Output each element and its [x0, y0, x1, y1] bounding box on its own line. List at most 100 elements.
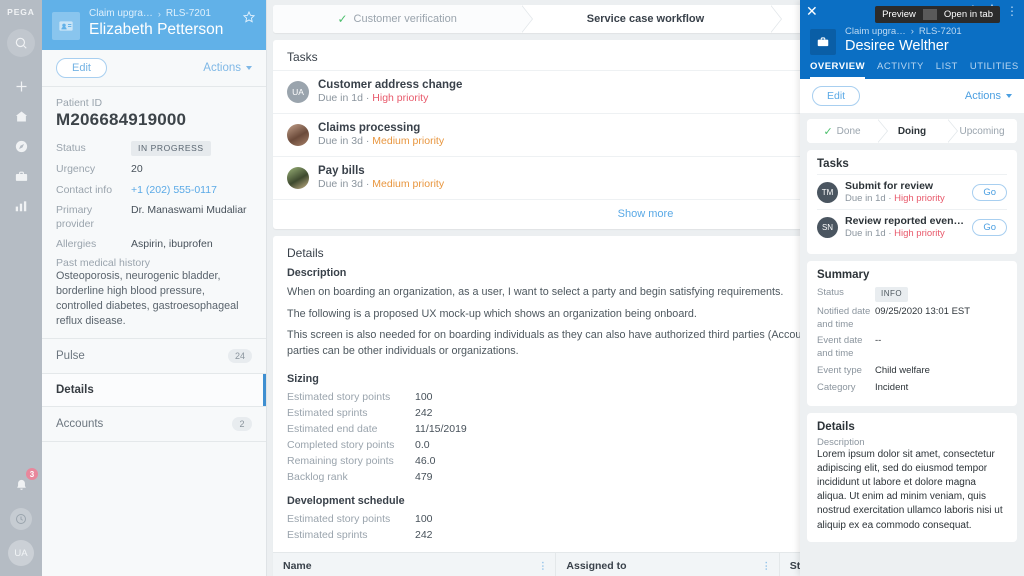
- case-summary-column: Claim upgra… › RLS-7201 Elizabeth Petter…: [42, 0, 267, 576]
- field-urgency: Urgency 20: [56, 162, 252, 176]
- details-title: Details: [817, 420, 855, 433]
- actions-menu[interactable]: Actions: [965, 90, 1012, 102]
- step-label: Done: [836, 125, 861, 137]
- task-separator: ·: [365, 92, 370, 105]
- field-value: 20: [131, 163, 143, 176]
- briefcase-icon[interactable]: [6, 161, 36, 191]
- status-badge: INFO: [875, 286, 909, 302]
- field-label: Notified date and time: [817, 305, 871, 330]
- bar-chart-icon[interactable]: [6, 191, 36, 221]
- summary-field-category: Category Incident: [817, 380, 1007, 397]
- step-label: Doing: [897, 125, 927, 137]
- application-window: PEGA 3 UA Claim upgra… › RLS-7201 Elizab…: [0, 0, 1024, 576]
- step-service-case-workflow[interactable]: Service case workflow: [521, 5, 783, 33]
- preview-stepper: ✓ Done Doing Upcoming: [807, 119, 1017, 143]
- patient-id-label: Patient ID: [56, 97, 103, 109]
- briefcase-icon: [810, 29, 836, 55]
- preview-action-bar: Edit Actions: [800, 79, 1024, 113]
- sidebar-item-accounts[interactable]: Accounts 2: [42, 407, 266, 442]
- tab-label: Pulse: [56, 349, 85, 362]
- summary-field-event-type: Event type Child welfare: [817, 363, 1007, 380]
- field-value: Dr. Manaswami Mudaliar: [131, 203, 247, 216]
- go-button[interactable]: Go: [972, 183, 1007, 201]
- sidebar-item-pulse[interactable]: Pulse 24: [42, 339, 266, 374]
- page-title: Elizabeth Petterson: [89, 21, 224, 38]
- field-label: Urgency: [56, 163, 96, 176]
- tab-utilities[interactable]: UTILITIES: [970, 61, 1019, 79]
- field-label: Completed story points: [287, 438, 395, 451]
- field-value: 0.0: [415, 438, 430, 451]
- sidebar-item-details[interactable]: Details: [42, 373, 266, 407]
- chevron-right-icon: ›: [910, 26, 914, 37]
- actions-label: Actions: [203, 62, 241, 74]
- breadcrumb: Claim upgra… › RLS-7201: [89, 8, 223, 19]
- field-label: Event date and time: [817, 335, 863, 360]
- phone-link[interactable]: +1 (202) 555-0117: [131, 183, 217, 197]
- tooltip-open-in-tab-label[interactable]: Open in tab: [937, 6, 1000, 23]
- more-vertical-icon[interactable]: ⋮: [1006, 5, 1018, 17]
- task-meta: Due in 1d · High priority: [845, 193, 965, 205]
- description-text: Lorem ipsum dolor sit amet, consectetur …: [817, 448, 1003, 531]
- close-icon[interactable]: ✕: [806, 4, 818, 18]
- task-row[interactable]: SN Review reported events... Due in 1d ·…: [817, 209, 1007, 244]
- task-priority: High priority: [372, 92, 429, 105]
- home-icon[interactable]: [6, 101, 36, 131]
- column-header-assigned-to[interactable]: Assigned to ⋮: [555, 551, 780, 576]
- column-header-name[interactable]: Name ⋮: [273, 551, 557, 576]
- breadcrumb-parent[interactable]: Claim upgra…: [845, 26, 906, 37]
- go-button[interactable]: Go: [972, 219, 1007, 237]
- field-label: Estimated story points: [287, 390, 391, 403]
- edit-button[interactable]: Edit: [56, 58, 107, 78]
- preview-panel: ✕ ⋮ Preview Open in tab Claim upgra… › R…: [800, 0, 1024, 576]
- step-label: Service case workflow: [586, 13, 705, 25]
- user-avatar[interactable]: UA: [8, 540, 34, 566]
- field-value: --: [875, 335, 882, 347]
- plus-icon[interactable]: [6, 71, 36, 101]
- star-outline-icon[interactable]: [242, 10, 256, 29]
- avatar: UA: [287, 81, 309, 103]
- breadcrumb: Claim upgra… › RLS-7201: [845, 26, 962, 37]
- task-row[interactable]: TM Submit for review Due in 1d · High pr…: [817, 174, 1007, 209]
- column-menu-icon[interactable]: ⋮: [538, 560, 547, 569]
- compass-icon[interactable]: [6, 131, 36, 161]
- field-label: Estimated sprints: [287, 406, 368, 419]
- step-done[interactable]: ✓ Done: [807, 119, 888, 143]
- step-label: Customer verification: [353, 13, 457, 25]
- preview-tab-bar: OVERVIEW ACTIVITY LIST UTILITIES: [800, 55, 1024, 79]
- task-due: Due in 1d: [318, 92, 363, 105]
- summary-field-status: Status INFO: [817, 285, 1007, 304]
- task-due: Due in 1d: [845, 192, 886, 204]
- breadcrumb-parent[interactable]: Claim upgra…: [89, 8, 153, 19]
- actions-menu[interactable]: Actions: [203, 62, 252, 74]
- task-text: Submit for review Due in 1d · High prior…: [845, 180, 965, 204]
- field-value: 100: [415, 512, 433, 525]
- field-primary-provider: Primary provider Dr. Manaswami Mudaliar: [56, 203, 252, 231]
- check-icon: ✓: [823, 125, 833, 138]
- field-label: Allergies: [56, 238, 97, 251]
- breadcrumb-id[interactable]: RLS-7201: [919, 26, 962, 37]
- field-value: 100: [415, 390, 433, 403]
- preview-title: Desiree Welther: [845, 38, 949, 54]
- column-menu-icon[interactable]: ⋮: [762, 560, 771, 569]
- notification-badge: 3: [25, 467, 39, 481]
- field-value: 242: [415, 528, 433, 541]
- tab-overview[interactable]: OVERVIEW: [810, 61, 866, 79]
- field-allergies: Allergies Aspirin, ibuprofen: [56, 237, 252, 251]
- edit-button[interactable]: Edit: [812, 86, 861, 106]
- tab-label: Details: [56, 383, 94, 396]
- notifications-bell-icon[interactable]: 3: [6, 467, 39, 500]
- search-icon[interactable]: [7, 29, 35, 57]
- task-due: Due in 1d: [845, 228, 886, 240]
- breadcrumb-id[interactable]: RLS-7201: [166, 8, 211, 19]
- tab-list[interactable]: LIST: [936, 61, 958, 79]
- field-value: IN PROGRESS: [131, 141, 211, 157]
- field-label: Estimated story points: [287, 512, 391, 525]
- step-customer-verification[interactable]: ✓ Customer verification: [273, 5, 534, 33]
- tab-activity[interactable]: ACTIVITY: [877, 61, 924, 79]
- tooltip-preview-label[interactable]: Preview: [875, 6, 923, 23]
- task-priority: High priority: [894, 228, 945, 240]
- task-separator: ·: [888, 228, 892, 240]
- clock-icon[interactable]: [10, 508, 32, 530]
- field-value: 479: [415, 470, 433, 483]
- preview-tooltip: Preview Open in tab: [875, 6, 1000, 23]
